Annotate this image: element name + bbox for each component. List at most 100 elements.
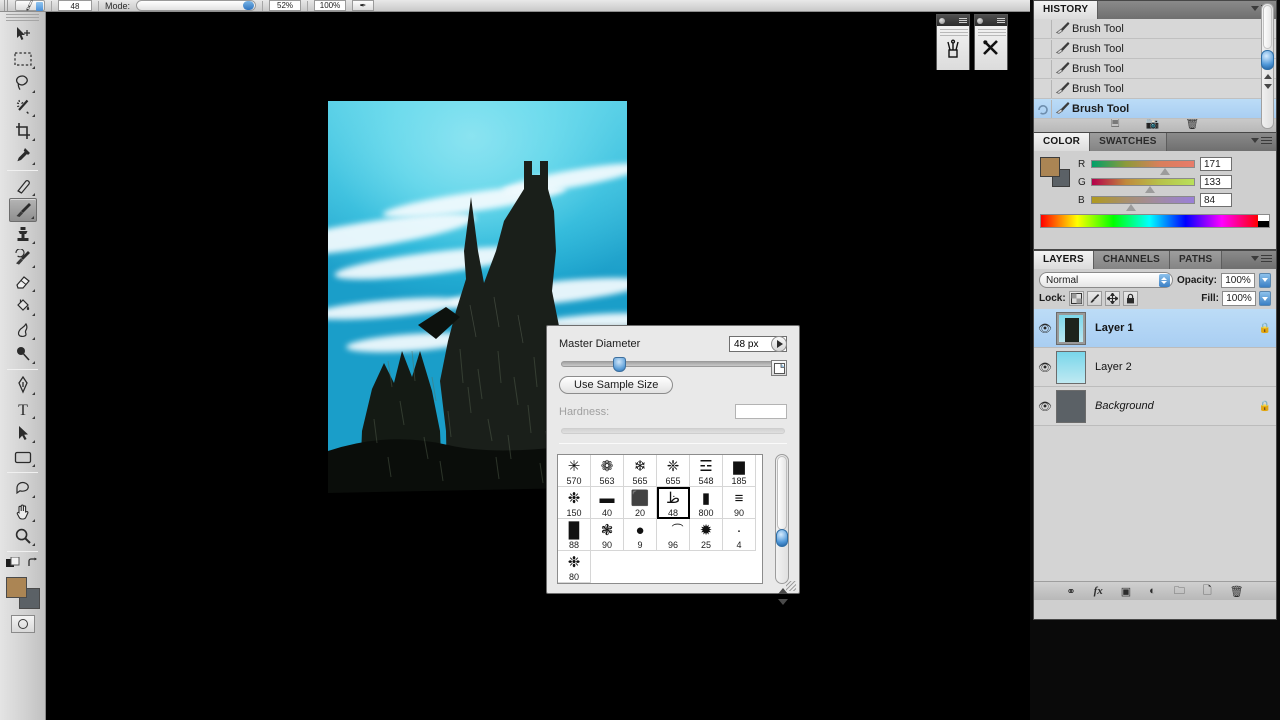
brush-preset-cell[interactable]: ⬛ 20	[624, 487, 657, 519]
fill-dropdown-button[interactable]	[1259, 291, 1271, 306]
tab-swatches[interactable]: SWATCHES	[1090, 133, 1167, 151]
layer-mask-icon[interactable]: ▣	[1121, 585, 1131, 598]
current-tool-preset-button[interactable]: 🖌	[15, 0, 45, 11]
layer-name[interactable]: Background	[1095, 400, 1254, 412]
channel-value[interactable]: 84	[1200, 193, 1232, 207]
channel-slider[interactable]	[1091, 178, 1195, 186]
move-tool[interactable]	[9, 23, 37, 47]
history-state-row[interactable]: Brush Tool	[1034, 99, 1276, 119]
close-icon[interactable]	[939, 17, 945, 24]
slider-handle[interactable]	[1145, 186, 1156, 194]
brush-preset-cell[interactable]: ❉ 80	[558, 551, 591, 583]
panel-menu-icon[interactable]	[997, 18, 1005, 23]
history-state-row[interactable]: Brush Tool	[1034, 19, 1276, 39]
brush-preset-cell[interactable]: ▬ 40	[591, 487, 624, 519]
foreground-color-swatch[interactable]	[1040, 157, 1060, 177]
link-layers-icon[interactable]: ⚭	[1066, 585, 1075, 598]
brush-preset-cell[interactable]: ● 9	[624, 519, 657, 551]
tab-color[interactable]: COLOR	[1034, 133, 1091, 151]
scroll-down-arrow-icon[interactable]	[778, 599, 788, 605]
tab-paths[interactable]: PATHS	[1170, 251, 1223, 269]
history-state-row[interactable]: Brush Tool	[1034, 79, 1276, 99]
slider-handle[interactable]	[1126, 204, 1137, 212]
fill-value[interactable]: 100%	[1222, 291, 1256, 306]
history-list[interactable]: Brush Tool Brush Tool Brush Tool Brush Tool…	[1034, 19, 1276, 119]
brush-preset-cell[interactable]: ✳ 570	[558, 455, 591, 487]
options-bar-grip[interactable]	[4, 0, 9, 11]
adjustment-layer-icon[interactable]: ◐	[1149, 585, 1156, 597]
layer-list[interactable]: 👁 Layer 1 🔒 👁 Layer 2 👁 Background 🔒	[1034, 309, 1276, 581]
crop-tool[interactable]	[9, 119, 37, 143]
layer-visibility-toggle[interactable]: 👁	[1034, 322, 1056, 335]
lock-position-icon[interactable]	[1104, 291, 1120, 306]
path-selection-tool[interactable]	[9, 421, 37, 445]
shape-tool[interactable]	[9, 445, 37, 469]
brush-preset-cell[interactable]: · 4	[723, 519, 756, 551]
channel-value[interactable]: 133	[1200, 175, 1232, 189]
swap-colors-icon[interactable]	[27, 557, 39, 569]
layer-row[interactable]: 👁 Layer 2	[1034, 348, 1276, 387]
white-black-swatches[interactable]	[1258, 215, 1269, 227]
brush-tool[interactable]	[8, 198, 37, 222]
paint-bucket-tool[interactable]	[9, 294, 37, 318]
airbrush-toggle-button[interactable]: ✒	[352, 0, 375, 11]
layer-name[interactable]: Layer 2	[1095, 361, 1254, 373]
healing-brush-tool[interactable]	[9, 174, 37, 198]
quick-mask-toggle[interactable]	[10, 615, 35, 633]
close-icon[interactable]	[977, 17, 983, 24]
channel-slider[interactable]	[1091, 160, 1195, 168]
history-snapshot-toggle[interactable]	[1034, 99, 1052, 118]
layer-name[interactable]: Layer 1	[1095, 322, 1254, 334]
opacity-dropdown-button[interactable]	[1259, 272, 1271, 288]
lock-all-icon[interactable]	[1122, 291, 1138, 306]
hardness-slider[interactable]	[561, 428, 785, 434]
panel-menu-icon[interactable]	[959, 18, 967, 23]
brush-preset-cell[interactable]: ▮ 800	[690, 487, 723, 519]
toolbar-grip[interactable]	[6, 13, 39, 21]
eyedropper-tool[interactable]	[9, 143, 37, 167]
panel-titlebar[interactable]	[937, 15, 969, 26]
history-snapshot-toggle[interactable]	[1034, 39, 1052, 58]
brush-preset-cell[interactable]: ✹ 25	[690, 519, 723, 551]
layer-thumbnail[interactable]	[1056, 350, 1086, 384]
opacity-value[interactable]: 100%	[1221, 272, 1255, 288]
color-ramp[interactable]	[1040, 214, 1270, 228]
tab-channels[interactable]: CHANNELS	[1093, 251, 1171, 269]
layer-style-icon[interactable]: fx	[1094, 585, 1103, 597]
dodge-tool[interactable]	[9, 342, 37, 366]
brush-preset-cell[interactable]: ❃ 90	[591, 519, 624, 551]
brush-preset-grid[interactable]: ✳ 570 ❁ 563 ❄ 565 ❈ 655 ☲ 548 ▆ 185 ❉ 150 ▬ 40 ⬛ 20 ظ 48 ▮ 80…	[557, 454, 763, 584]
scrollbar-thumb[interactable]	[1261, 50, 1274, 70]
layer-thumbnail[interactable]	[1056, 311, 1086, 345]
layer-thumbnail[interactable]	[1056, 389, 1086, 423]
layer-row[interactable]: 👁 Layer 1 🔒	[1034, 309, 1276, 348]
delete-layer-icon[interactable]: 🗑	[1230, 585, 1244, 598]
channel-value[interactable]: 171	[1200, 157, 1232, 171]
stepper-icon[interactable]	[1158, 274, 1170, 287]
panel-titlebar[interactable]	[975, 15, 1007, 26]
brush-preset-cell[interactable]: ▆ 185	[723, 455, 756, 487]
type-tool[interactable]: T	[9, 397, 37, 421]
brush-preset-picker[interactable]: Master Diameter Use Sample Size Hardness…	[546, 325, 800, 605]
lock-image-icon[interactable]	[1086, 291, 1102, 306]
layer-visibility-toggle[interactable]: 👁	[1034, 361, 1056, 374]
history-brush-tool[interactable]	[9, 246, 37, 270]
brushes-panel-collapsed[interactable]	[936, 14, 970, 70]
history-snapshot-toggle[interactable]	[1034, 19, 1052, 38]
history-snapshot-toggle[interactable]	[1034, 59, 1052, 78]
brush-preset-cell[interactable]: ☲ 548	[690, 455, 723, 487]
brush-preset-cell[interactable]: ❄ 565	[624, 455, 657, 487]
history-scrollbar[interactable]	[1261, 3, 1274, 129]
default-colors-icon[interactable]	[6, 556, 21, 570]
blend-mode-select[interactable]	[136, 0, 257, 11]
notes-tool[interactable]	[9, 476, 37, 500]
picker-menu-button[interactable]	[771, 336, 787, 352]
history-state-row[interactable]: Brush Tool	[1034, 39, 1276, 59]
zoom-tool[interactable]	[9, 524, 37, 548]
resize-grip[interactable]	[786, 581, 796, 591]
channel-slider[interactable]	[1091, 196, 1195, 204]
brush-grid-scrollbar[interactable]	[775, 454, 789, 584]
hardness-input[interactable]	[735, 404, 787, 419]
lock-transparency-icon[interactable]	[1068, 291, 1084, 306]
scrollbar-thumb[interactable]	[776, 529, 788, 547]
